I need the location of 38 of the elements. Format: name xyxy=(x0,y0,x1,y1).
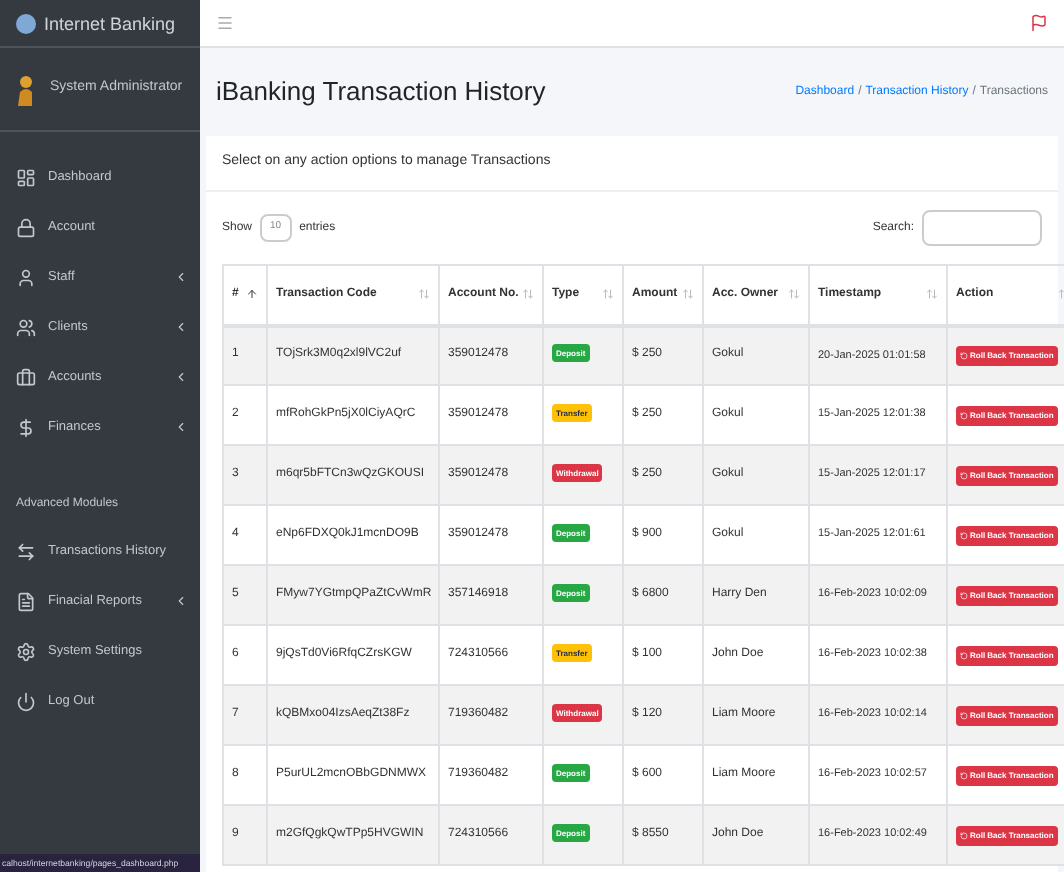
sort-icon xyxy=(788,288,800,301)
undo-icon xyxy=(960,831,968,839)
undo-icon xyxy=(960,591,968,599)
brand-logo-icon xyxy=(16,14,36,34)
sort-icon xyxy=(926,288,938,301)
users-icon xyxy=(16,317,36,337)
sort-icon xyxy=(246,288,258,301)
menu-icon[interactable] xyxy=(216,14,234,32)
page-title: iBanking Transaction History xyxy=(216,74,546,111)
sort-icon xyxy=(602,288,614,301)
dollar-icon xyxy=(16,417,36,437)
search-field[interactable] xyxy=(922,210,1042,246)
undo-icon xyxy=(960,531,968,539)
sort-icon xyxy=(522,288,534,301)
undo-icon xyxy=(960,351,968,360)
briefcase-icon xyxy=(16,367,36,387)
chevron-icon xyxy=(174,420,188,434)
undo-icon xyxy=(960,411,968,419)
settings-icon xyxy=(16,641,36,661)
chevron-icon xyxy=(174,370,188,384)
sort-icon xyxy=(418,288,430,301)
undo-icon xyxy=(960,651,968,659)
arrows-icon xyxy=(16,541,36,561)
power-icon xyxy=(16,691,36,711)
undo-icon xyxy=(960,471,968,479)
dashboard-icon xyxy=(16,167,36,187)
sort-icon xyxy=(682,288,694,301)
flag-icon[interactable] xyxy=(1030,14,1048,32)
chevron-icon xyxy=(174,270,188,284)
chevron-icon xyxy=(174,594,188,608)
user-avatar-icon xyxy=(16,73,34,105)
undo-icon xyxy=(960,771,968,779)
lock-icon xyxy=(16,217,36,237)
chevron-icon xyxy=(174,320,188,334)
document-icon xyxy=(16,591,36,611)
user-icon xyxy=(16,267,36,287)
undo-icon xyxy=(960,711,968,719)
brand-name: Internet Banking xyxy=(44,16,176,34)
